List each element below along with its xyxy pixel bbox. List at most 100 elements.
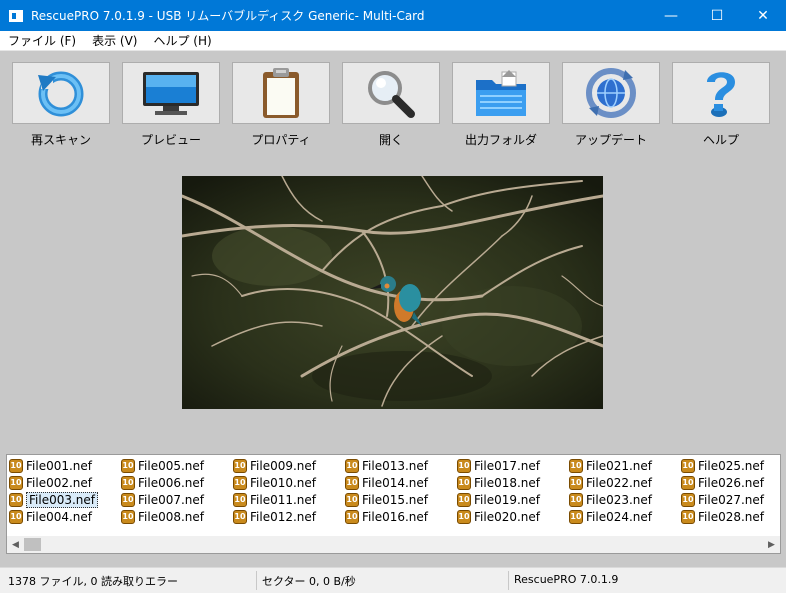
file-item[interactable]: 10 File025.nef — [681, 457, 764, 474]
nef-file-icon: 10 — [345, 492, 359, 507]
window-title: RescuePRO 7.0.1.9 - USB リムーバブルディスク Gener… — [31, 9, 425, 23]
open-tile[interactable] — [342, 62, 440, 124]
file-item[interactable]: 10 File002.nef — [9, 474, 92, 491]
close-button[interactable]: ✕ — [740, 0, 786, 31]
nef-file-icon: 10 — [457, 458, 471, 473]
nef-file-icon: 10 — [121, 458, 135, 473]
file-item[interactable]: 10 File023.nef — [569, 491, 652, 508]
file-item[interactable]: 10 File001.nef — [9, 457, 92, 474]
title-bar: RescuePRO 7.0.1.9 - USB リムーバブルディスク Gener… — [0, 0, 786, 31]
file-name: File009.nef — [250, 458, 317, 473]
file-item[interactable]: 10 File011.nef — [233, 491, 316, 508]
file-item[interactable]: 10 File013.nef — [345, 457, 428, 474]
file-item[interactable]: 10 File021.nef — [569, 457, 652, 474]
rescan-icon — [38, 71, 84, 117]
preview-label: プレビュー — [140, 133, 201, 147]
file-name: File012.nef — [250, 509, 317, 524]
file-name: File017.nef — [474, 458, 541, 473]
file-name: File006.nef — [138, 475, 205, 490]
file-item[interactable]: 10 File007.nef — [121, 491, 204, 508]
properties-tile[interactable] — [232, 62, 330, 124]
file-name: File005.nef — [138, 458, 205, 473]
nef-file-icon: 10 — [569, 458, 583, 473]
file-item[interactable]: 10 File008.nef — [121, 508, 204, 525]
monitor-icon — [143, 72, 199, 115]
rescan-tile[interactable] — [12, 62, 110, 124]
nef-file-icon: 10 — [9, 475, 23, 490]
maximize-button[interactable]: ☐ — [694, 0, 740, 31]
file-item[interactable]: 10 File016.nef — [345, 508, 428, 525]
file-name: File025.nef — [698, 458, 765, 473]
file-item[interactable]: 10 File009.nef — [233, 457, 316, 474]
file-item[interactable]: 10 File020.nef — [457, 508, 540, 525]
scroll-right-icon[interactable]: ▶ — [763, 536, 780, 553]
nef-file-icon: 10 — [121, 492, 135, 507]
file-name: File023.nef — [586, 492, 653, 507]
nef-file-icon: 10 — [9, 458, 23, 473]
nef-file-icon: 10 — [569, 475, 583, 490]
menu-help[interactable]: ヘルプ (H) — [145, 32, 219, 49]
file-name: File020.nef — [474, 509, 541, 524]
file-item[interactable]: 10 File005.nef — [121, 457, 204, 474]
nef-file-icon: 10 — [121, 475, 135, 490]
file-item[interactable]: 10 File012.nef — [233, 508, 316, 525]
preview-tile[interactable] — [122, 62, 220, 124]
output-folder-button[interactable]: 出力フォルダ — [452, 62, 550, 148]
file-item[interactable]: 10 File028.nef — [681, 508, 764, 525]
status-separator — [508, 571, 509, 590]
update-button[interactable]: アップデート — [562, 62, 660, 148]
nef-file-icon: 10 — [345, 458, 359, 473]
folder-icon — [476, 70, 526, 116]
rescan-button[interactable]: 再スキャン — [12, 62, 110, 148]
file-item[interactable]: 10 File006.nef — [121, 474, 204, 491]
file-name: File013.nef — [362, 458, 429, 473]
output-folder-label: 出力フォルダ — [464, 133, 537, 147]
output-folder-tile[interactable] — [452, 62, 550, 124]
scroll-track[interactable] — [24, 536, 763, 553]
file-item[interactable]: 10 File003.nef — [9, 491, 99, 508]
help-button[interactable]: ヘルプ — [672, 62, 770, 148]
nef-file-icon: 10 — [233, 509, 247, 524]
nef-file-icon: 10 — [569, 492, 583, 507]
scroll-left-icon[interactable]: ◀ — [7, 536, 24, 553]
scroll-thumb[interactable] — [24, 538, 41, 551]
open-button[interactable]: 開く — [342, 62, 440, 148]
file-item[interactable]: 10 File027.nef — [681, 491, 764, 508]
menu-bar: ファイル (F) 表示 (V) ヘルプ (H) — [0, 31, 786, 51]
nef-file-icon: 10 — [233, 475, 247, 490]
file-name: File019.nef — [474, 492, 541, 507]
file-name: File010.nef — [250, 475, 317, 490]
menu-view[interactable]: 表示 (V) — [84, 32, 145, 49]
app-icon[interactable] — [9, 9, 23, 22]
file-name: File007.nef — [138, 492, 205, 507]
nef-file-icon: 10 — [233, 492, 247, 507]
file-name: File003.nef — [26, 491, 99, 508]
menu-file[interactable]: ファイル (F) — [0, 32, 84, 49]
file-item[interactable]: 10 File010.nef — [233, 474, 316, 491]
minimize-button[interactable]: — — [648, 0, 694, 31]
help-tile[interactable] — [672, 62, 770, 124]
properties-button[interactable]: プロパティ — [232, 62, 330, 148]
file-item[interactable]: 10 File019.nef — [457, 491, 540, 508]
rescan-label: 再スキャン — [30, 133, 91, 147]
file-name: File027.nef — [698, 492, 765, 507]
file-item[interactable]: 10 File004.nef — [9, 508, 92, 525]
horizontal-scrollbar[interactable]: ◀ ▶ — [7, 536, 780, 553]
file-item[interactable]: 10 File015.nef — [345, 491, 428, 508]
preview-image — [182, 176, 603, 409]
status-sector: セクター 0, 0 B/秒 — [262, 575, 356, 588]
nef-file-icon: 10 — [569, 509, 583, 524]
file-item[interactable]: 10 File017.nef — [457, 457, 540, 474]
update-label: アップデート — [574, 133, 647, 147]
preview-button[interactable]: プレビュー — [122, 62, 220, 148]
update-tile[interactable] — [562, 62, 660, 124]
file-item[interactable]: 10 File024.nef — [569, 508, 652, 525]
file-item[interactable]: 10 File014.nef — [345, 474, 428, 491]
file-list[interactable]: 10 File001.nef 10 File002.nef 10 File003.nef 1… — [6, 454, 781, 554]
toolbar: 再スキャン プレビュー プロパティ 開く 出力フォルダ アップデート ヘルプ — [0, 52, 786, 150]
file-item[interactable]: 10 File018.nef — [457, 474, 540, 491]
file-item[interactable]: 10 File022.nef — [569, 474, 652, 491]
nef-file-icon: 10 — [457, 475, 471, 490]
file-item[interactable]: 10 File026.nef — [681, 474, 764, 491]
update-globe-icon — [586, 68, 636, 118]
